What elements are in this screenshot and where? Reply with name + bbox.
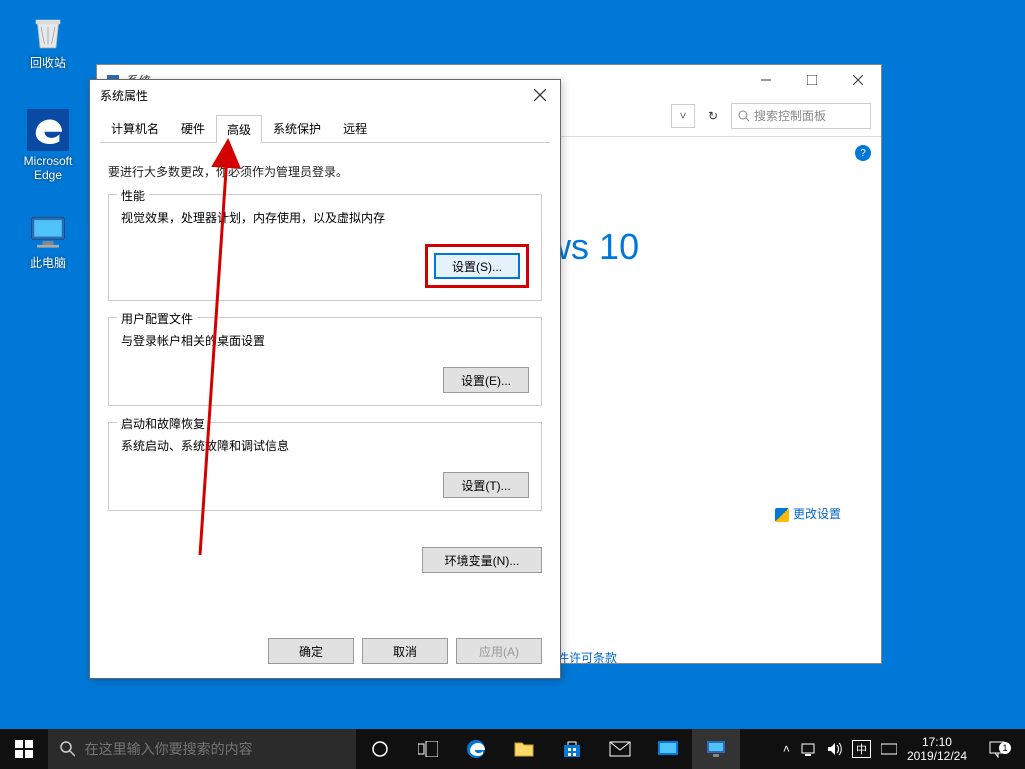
- tab-remote[interactable]: 远程: [332, 114, 378, 142]
- clock-time: 17:10: [907, 735, 967, 749]
- app-icon: [657, 740, 679, 758]
- tab-advanced[interactable]: 高级: [216, 115, 262, 143]
- refresh-button[interactable]: ↻: [701, 104, 725, 128]
- this-pc-icon: [26, 210, 70, 254]
- search-icon: [60, 741, 75, 757]
- taskbar-app-edge[interactable]: [452, 729, 500, 769]
- desktop-icon-edge[interactable]: Microsoft Edge: [10, 108, 86, 182]
- tab-hardware[interactable]: 硬件: [170, 114, 216, 142]
- group-label-performance: 性能: [117, 187, 149, 204]
- network-icon[interactable]: [800, 741, 816, 757]
- store-icon: [562, 739, 582, 759]
- dialog-close-button[interactable]: [524, 83, 556, 107]
- group-label-profile: 用户配置文件: [117, 310, 197, 327]
- shield-icon: [775, 508, 789, 522]
- close-button[interactable]: [835, 65, 881, 95]
- maximize-button[interactable]: [789, 65, 835, 95]
- tab-system-protection[interactable]: 系统保护: [262, 114, 332, 142]
- system-icon: [705, 739, 727, 759]
- taskbar: ˄ 中 17:10 2019/12/24 1: [0, 729, 1025, 769]
- windows-start-icon: [15, 740, 33, 758]
- taskbar-clock[interactable]: 17:10 2019/12/24: [907, 735, 967, 763]
- folder-icon: [514, 740, 534, 758]
- system-properties-dialog: 系统属性 计算机名 硬件 高级 系统保护 远程 要进行大多数更改，你必须作为管理…: [89, 79, 561, 679]
- startup-settings-button[interactable]: 设置(T)...: [443, 472, 529, 498]
- startup-desc: 系统启动、系统故障和调试信息: [121, 437, 529, 454]
- edge-icon: [465, 738, 487, 760]
- desktop-icon-recycle-bin[interactable]: 回收站: [10, 10, 86, 70]
- address-dropdown[interactable]: ˅: [671, 104, 695, 128]
- admin-hint: 要进行大多数更改，你必须作为管理员登录。: [108, 163, 542, 180]
- group-label-startup: 启动和故障恢复: [117, 415, 209, 432]
- ime-indicator[interactable]: 中: [852, 740, 871, 758]
- edge-icon: [26, 108, 70, 152]
- desktop-icon-this-pc[interactable]: 此电脑: [10, 210, 86, 270]
- cortana-icon: [371, 740, 389, 758]
- taskbar-app-mail[interactable]: [596, 729, 644, 769]
- tray-chevron-icon[interactable]: ˄: [783, 742, 790, 756]
- environment-variables-button[interactable]: 环境变量(N)...: [422, 547, 542, 573]
- clock-date: 2019/12/24: [907, 749, 967, 763]
- notification-badge: 1: [999, 742, 1011, 754]
- profile-desc: 与登录帐户相关的桌面设置: [121, 332, 529, 349]
- search-icon: [738, 110, 750, 122]
- dialog-tabs: 计算机名 硬件 高级 系统保护 远程: [100, 114, 550, 143]
- volume-icon[interactable]: [826, 741, 842, 757]
- taskbar-search-input[interactable]: [85, 741, 344, 757]
- task-view-button[interactable]: [404, 729, 452, 769]
- desktop-icon-label: 回收站: [10, 56, 86, 70]
- performance-settings-button[interactable]: 设置(S)...: [434, 253, 520, 279]
- license-terms-link[interactable]: 件许可条款: [557, 649, 617, 666]
- search-placeholder: 搜索控制面板: [754, 107, 826, 124]
- mail-icon: [609, 741, 631, 757]
- cancel-button[interactable]: 取消: [362, 638, 448, 664]
- help-icon[interactable]: ?: [855, 145, 871, 161]
- tab-computer-name[interactable]: 计算机名: [100, 114, 170, 142]
- start-button[interactable]: [0, 729, 48, 769]
- dialog-title: 系统属性: [100, 87, 148, 104]
- performance-group: 性能 视觉效果，处理器计划，内存使用，以及虚拟内存 设置(S)...: [108, 194, 542, 301]
- ok-button[interactable]: 确定: [268, 638, 354, 664]
- task-view-icon: [418, 741, 438, 757]
- system-tray: ˄ 中 17:10 2019/12/24 1: [775, 729, 1025, 769]
- performance-desc: 视觉效果，处理器计划，内存使用，以及虚拟内存: [121, 209, 529, 226]
- desktop-icon-label: Microsoft Edge: [10, 154, 86, 182]
- keyboard-icon[interactable]: [881, 741, 897, 757]
- recycle-bin-icon: [26, 10, 70, 54]
- apply-button[interactable]: 应用(A): [456, 638, 542, 664]
- taskbar-app-generic[interactable]: [644, 729, 692, 769]
- control-panel-search[interactable]: 搜索控制面板: [731, 103, 871, 129]
- taskbar-search[interactable]: [48, 729, 356, 769]
- taskbar-app-store[interactable]: [548, 729, 596, 769]
- change-settings-link[interactable]: 更改设置: [775, 505, 841, 522]
- highlight-annotation: 设置(S)...: [425, 244, 529, 288]
- taskbar-app-system[interactable]: [692, 729, 740, 769]
- taskbar-app-explorer[interactable]: [500, 729, 548, 769]
- cortana-button[interactable]: [356, 729, 404, 769]
- startup-recovery-group: 启动和故障恢复 系统启动、系统故障和调试信息 设置(T)...: [108, 422, 542, 511]
- minimize-button[interactable]: [743, 65, 789, 95]
- profile-settings-button[interactable]: 设置(E)...: [443, 367, 529, 393]
- user-profile-group: 用户配置文件 与登录帐户相关的桌面设置 设置(E)...: [108, 317, 542, 406]
- desktop-icon-label: 此电脑: [10, 256, 86, 270]
- action-center-button[interactable]: 1: [977, 740, 1017, 758]
